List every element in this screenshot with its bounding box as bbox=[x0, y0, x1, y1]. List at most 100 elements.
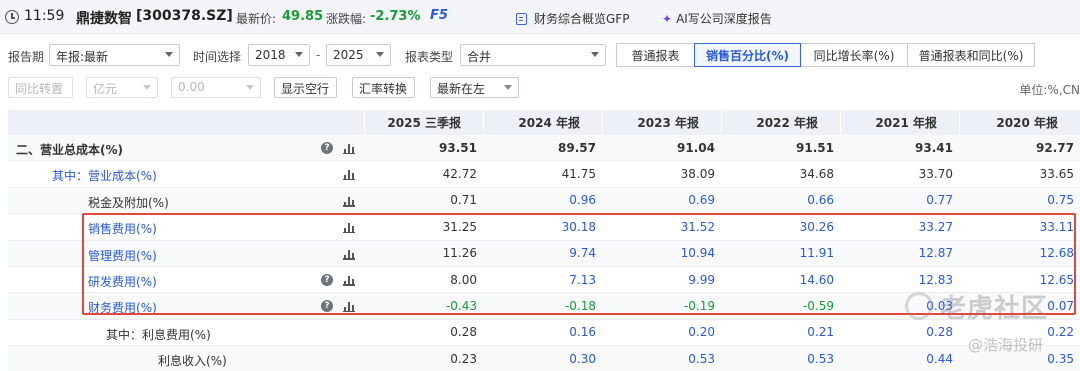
table-cell: 0.69 bbox=[688, 193, 715, 208]
column-header[interactable]: 2021 年报 bbox=[840, 110, 959, 135]
tab-normal-and-yoy[interactable]: 普通报表和同比(%) bbox=[907, 43, 1035, 67]
report-type-label: 报表类型 bbox=[405, 50, 454, 64]
tab-yoy-growth[interactable]: 同比增长率(%) bbox=[800, 43, 908, 67]
bar-chart-icon[interactable] bbox=[343, 247, 355, 260]
table-row: 利息收入(%) 0.23 0.30 0.53 0.53 0.44 0.35 bbox=[8, 346, 1080, 371]
help-icon[interactable]: ? bbox=[321, 273, 333, 286]
column-header[interactable]: 2022 年报 bbox=[721, 110, 840, 135]
table-cell: -0.59 bbox=[802, 299, 834, 314]
table-cell: 0.96 bbox=[569, 193, 596, 208]
table-cell: 0.16 bbox=[569, 325, 596, 340]
row-label[interactable]: 研发费用(%) bbox=[88, 273, 157, 290]
time-from-value: 2018 bbox=[255, 48, 286, 62]
table-cell: -0.19 bbox=[683, 299, 715, 314]
column-header[interactable]: 2020 年报 bbox=[959, 110, 1080, 135]
filter-row: 报告期 年报:最新 时间选择 2018 - 2025 报表类型 合并 普通报表 … bbox=[0, 42, 1080, 70]
table-cell: 0.30 bbox=[569, 351, 596, 366]
unit-select[interactable]: 亿元 bbox=[86, 77, 158, 98]
financial-overview-link[interactable]: 财务综合概览GFP bbox=[516, 10, 629, 27]
table-cell: 33.70 bbox=[918, 167, 953, 182]
table-row: 销售费用(%) 31.25 30.18 31.52 30.26 33.27 33… bbox=[8, 214, 1080, 241]
table-cell: 89.57 bbox=[558, 140, 596, 155]
column-header[interactable]: 2023 年报 bbox=[602, 110, 721, 135]
bar-chart-icon[interactable] bbox=[343, 167, 355, 181]
chevron-down-icon bbox=[165, 52, 173, 57]
fx-convert-button[interactable]: 汇率转换 bbox=[352, 77, 415, 98]
table-cell: -0.18 bbox=[564, 299, 596, 314]
latest-price-label: 最新价: bbox=[236, 12, 277, 26]
column-header[interactable]: 2025 三季报 bbox=[364, 110, 483, 135]
table-row: 税金及附加(%) 0.71 0.96 0.69 0.66 0.77 0.75 bbox=[8, 187, 1080, 215]
table-row: 其中：利息费用(%) 0.28 0.16 0.20 0.21 0.28 0.22 bbox=[8, 319, 1080, 347]
tab-sales-percent[interactable]: 销售百分比(%) bbox=[694, 43, 801, 67]
table-cell: 38.09 bbox=[680, 167, 715, 182]
table-cell: 33.65 bbox=[1039, 167, 1074, 182]
order-select[interactable]: 最新在左 bbox=[430, 77, 519, 98]
stock-name: 鼎捷数智 bbox=[76, 11, 132, 27]
row-label: 二、营业总成本(%) bbox=[16, 143, 123, 157]
help-icon[interactable]: ? bbox=[321, 300, 333, 313]
stock-code: [300378.SZ] bbox=[136, 8, 233, 24]
row-label-cell: 管理费用(%) bbox=[8, 241, 364, 266]
f5-button[interactable]: F5 bbox=[430, 8, 448, 23]
table-cell: 0.77 bbox=[926, 193, 953, 208]
table-cell: 0.21 bbox=[807, 325, 834, 340]
table-cell: 30.18 bbox=[561, 219, 596, 234]
table-cell: 0.28 bbox=[450, 325, 477, 340]
table-cell: 0.53 bbox=[688, 351, 715, 366]
row-label-cell: 财务费用(%) ? bbox=[8, 293, 364, 318]
order-select-value: 最新在左 bbox=[437, 82, 486, 96]
yoy-convert-button[interactable]: 同比转置 bbox=[8, 77, 73, 98]
table-cell: 0.53 bbox=[807, 351, 834, 366]
time-to-select[interactable]: 2025 bbox=[326, 44, 391, 66]
bar-chart-icon[interactable] bbox=[343, 220, 355, 234]
row-label-cell: 其中：利息费用(%) bbox=[8, 320, 364, 345]
row-label[interactable]: 管理费用(%) bbox=[88, 247, 157, 264]
table-cell: 12.87 bbox=[918, 246, 953, 261]
time-from-select[interactable]: 2018 bbox=[248, 44, 310, 66]
bar-chart-icon[interactable] bbox=[343, 299, 355, 313]
chevron-down-icon bbox=[591, 52, 599, 57]
clock-icon bbox=[5, 10, 19, 24]
table-cell: 10.94 bbox=[680, 246, 715, 261]
bar-chart-icon[interactable] bbox=[343, 273, 355, 286]
time-label: 时间选择 bbox=[193, 50, 242, 64]
chevron-down-icon bbox=[295, 52, 303, 57]
help-icon[interactable]: ? bbox=[321, 142, 333, 154]
table-cell: 9.74 bbox=[569, 246, 596, 261]
tab-normal-report[interactable]: 普通报表 bbox=[616, 43, 695, 67]
row-label-cell: 销售费用(%) bbox=[8, 214, 364, 239]
table-cell: 93.51 bbox=[439, 140, 477, 155]
table-row: 二、营业总成本(%) ? 93.51 89.57 91.04 91.51 93.… bbox=[8, 135, 1080, 162]
table-row: 其中：营业成本(%) 42.72 41.75 38.09 34.68 33.70… bbox=[8, 161, 1080, 188]
table-cell: 92.77 bbox=[1036, 140, 1074, 155]
column-header[interactable]: 2024 年报 bbox=[483, 110, 602, 135]
chevron-down-icon bbox=[246, 85, 254, 90]
table-cell: 31.25 bbox=[442, 219, 477, 234]
period-select[interactable]: 年报:最新 bbox=[49, 44, 180, 66]
clock-time: 11:59 bbox=[24, 8, 65, 24]
bar-chart-icon[interactable] bbox=[343, 194, 355, 207]
time-to-value: 2025 bbox=[333, 48, 364, 62]
decimal-select[interactable]: 0.00 bbox=[171, 77, 261, 98]
table-cell: 11.91 bbox=[799, 246, 834, 261]
period-select-value: 年报:最新 bbox=[56, 50, 109, 64]
table-cell: 0.71 bbox=[450, 193, 477, 208]
latest-price-value: 49.85 bbox=[282, 9, 324, 24]
row-label[interactable]: 财务费用(%) bbox=[88, 299, 157, 316]
watermark-text: 老虎社区 bbox=[940, 294, 1049, 324]
table-cell: 0.66 bbox=[807, 193, 834, 208]
bar-chart-icon[interactable] bbox=[343, 141, 355, 154]
ai-report-link[interactable]: ✦ AI写公司深度报告 bbox=[662, 10, 772, 27]
table-cell: 91.51 bbox=[796, 140, 834, 155]
row-label[interactable]: 其中：营业成本(%) bbox=[52, 167, 157, 184]
table-cell: 0.23 bbox=[450, 351, 477, 366]
table-cell: 42.72 bbox=[442, 167, 477, 182]
table-cell: 31.52 bbox=[680, 219, 715, 234]
table-cell: 8.00 bbox=[450, 272, 477, 287]
report-type-select[interactable]: 合并 bbox=[460, 44, 606, 66]
sparkle-icon: ✦ bbox=[662, 11, 673, 26]
row-label[interactable]: 销售费用(%) bbox=[88, 220, 157, 237]
show-empty-rows-button[interactable]: 显示空行 bbox=[274, 77, 337, 98]
header-blank bbox=[8, 110, 364, 135]
